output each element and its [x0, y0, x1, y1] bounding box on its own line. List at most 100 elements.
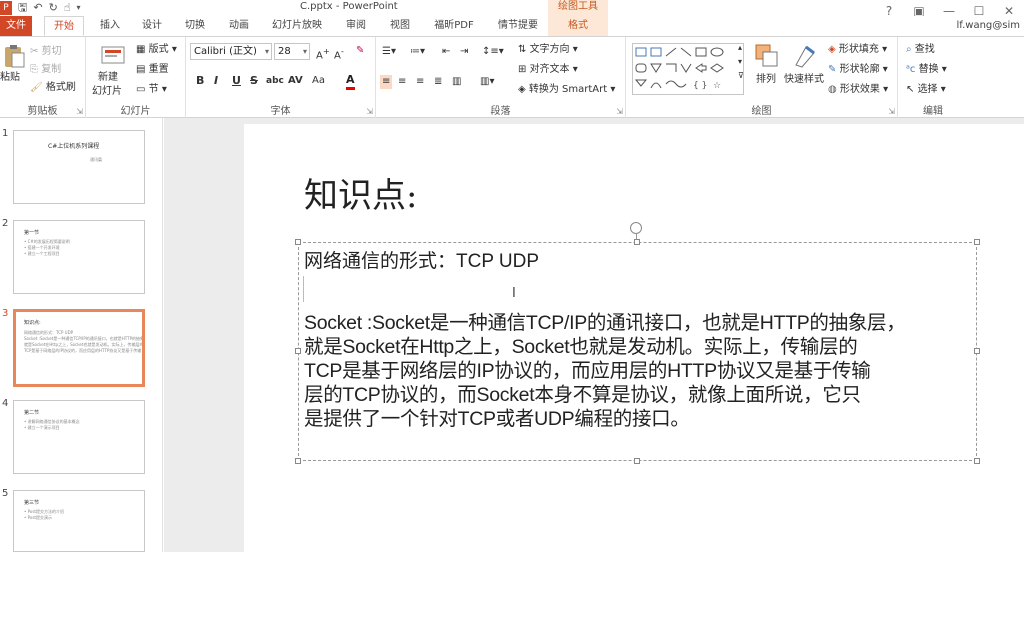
shapes-gallery[interactable]: { } ☆ [632, 43, 744, 95]
slide-thumbnail-4[interactable]: 第二节 • 讲解网络通信协议的基本概念 • 建立一个演示项目 [13, 400, 145, 474]
new-slide-label2[interactable]: 幻灯片 [92, 85, 122, 99]
slide-thumbnail-5[interactable]: 第三节 • Post提交方法的介绍 • Post提交演示 [13, 490, 145, 552]
slide-title[interactable]: 知识点: [304, 168, 417, 217]
paste-button[interactable]: 粘贴 [0, 71, 20, 85]
quick-styles-icon[interactable] [792, 43, 818, 69]
customize-qat-icon[interactable]: ▾ [77, 0, 81, 16]
user-account[interactable]: lf.wang@sim [957, 16, 1020, 36]
replace-button[interactable]: ᵃc 替换 ▾ [906, 63, 947, 77]
layout-button[interactable]: ▦ 版式 ▾ [136, 43, 177, 57]
font-name-select[interactable]: Calibri (正文) ▾ [190, 43, 272, 60]
numbering-icon[interactable]: ≔▾ [410, 45, 425, 59]
slides-group: 新建 幻灯片 ▦ 版式 ▾ ▤ 重置 ▭ 节 ▾ 幻灯片 [86, 37, 186, 119]
quick-styles-button[interactable]: 快速样式 [784, 73, 824, 87]
increase-indent-icon[interactable]: ⇥ [460, 45, 468, 59]
format-painter-label: 格式刷 [45, 82, 76, 93]
paragraph-launcher-icon[interactable]: ⇲ [616, 107, 623, 116]
drawing-group: { } ☆ ▴ ▾ ⊽ 排列 快速样式 ◈ 形状填充 ▾ ✎ 形状轮廓 ▾ ◍ 形状… [626, 37, 898, 119]
gallery-scroll-icon[interactable]: ▴ ▾ ⊽ [738, 41, 744, 83]
tab-transitions[interactable]: 切换 [175, 16, 215, 36]
rotate-handle-icon[interactable] [630, 222, 642, 234]
body-paragraph-line: 层的TCP协议的，而Socket本身不算是协议，就像上面所说，它只 [304, 384, 861, 406]
align-center-icon[interactable]: ≡ [398, 75, 406, 89]
justify-icon[interactable]: ≣ [434, 75, 442, 89]
shape-fill-button[interactable]: ◈ 形状填充 ▾ [828, 43, 887, 57]
redo-icon[interactable]: ↻ [49, 0, 58, 16]
paste-icon[interactable] [2, 43, 28, 69]
format-painter-button[interactable]: 🖌 格式刷 [30, 81, 76, 95]
copy-button[interactable]: ⎘ 复制 [30, 63, 61, 77]
thumb-number: 1 [2, 128, 9, 139]
font-color-button[interactable]: A [346, 73, 355, 90]
reset-button[interactable]: ▤ 重置 [136, 63, 169, 77]
slide-thumbnail-1[interactable]: C#上位机系列课程 通讯篇 [13, 130, 145, 204]
thumb-title: C#上位机系列课程 [48, 143, 100, 150]
new-slide-icon[interactable] [100, 43, 126, 69]
smartart-button[interactable]: ◈ 转换为 SmartArt ▾ [518, 83, 615, 97]
shape-outline-label: 形状轮廓 [839, 64, 880, 75]
touch-mode-icon[interactable]: ☝ [64, 0, 71, 16]
tab-home[interactable]: 开始 [44, 16, 84, 36]
font-size-select[interactable]: 28 ▾ [274, 43, 310, 60]
grow-font-icon[interactable]: A+ [316, 44, 330, 63]
clipboard-launcher-icon[interactable]: ⇲ [76, 107, 83, 116]
strikethrough-button[interactable]: S [250, 74, 258, 88]
find-button[interactable]: ⌕ 查找 [906, 43, 935, 57]
thumb-body: • 讲解网络通信协议的基本概念 • 建立一个演示项目 [24, 419, 80, 431]
shadow-button[interactable]: abc [266, 74, 284, 88]
resize-handle[interactable] [974, 239, 980, 245]
resize-handle[interactable] [295, 239, 301, 245]
tab-storyboard[interactable]: 情节提要 [488, 16, 548, 36]
font-launcher-icon[interactable]: ⇲ [366, 107, 373, 116]
italic-button[interactable]: I [214, 74, 218, 88]
replace-label: 替换 [918, 64, 939, 75]
tab-design[interactable]: 设计 [132, 16, 172, 36]
drawing-launcher-icon[interactable]: ⇲ [888, 107, 895, 116]
tab-review[interactable]: 审阅 [336, 16, 376, 36]
shrink-font-icon[interactable]: A- [334, 44, 344, 63]
select-button[interactable]: ↖ 选择 ▾ [906, 83, 946, 97]
cut-button[interactable]: ✂ 剪切 [30, 45, 62, 59]
resize-handle[interactable] [295, 348, 301, 354]
tab-animations[interactable]: 动画 [219, 16, 259, 36]
shape-effects-button[interactable]: ◍ 形状效果 ▾ [828, 83, 888, 97]
new-slide-label[interactable]: 新建 [98, 71, 118, 85]
clear-format-icon[interactable]: ✎ [356, 44, 364, 58]
slide-thumbnail-3[interactable]: 知识点: 网络通信的形式：TCP UDP Socket :Socket是一种通信… [13, 309, 145, 387]
columns-icon[interactable]: ▥▾ [480, 75, 494, 89]
slide-thumbnail-2[interactable]: 第一节 • C#的发展历程简要说明 • 搭建一个开发环境 • 建立一个工程项目 [13, 220, 145, 294]
drawing-group-label: 绘图 [751, 106, 772, 117]
bullets-icon[interactable]: ☰▾ [382, 45, 396, 59]
distributed-icon[interactable]: ▥ [452, 75, 461, 89]
change-case-button[interactable]: Aa [312, 74, 325, 88]
decrease-indent-icon[interactable]: ⇤ [442, 45, 450, 59]
align-text-button[interactable]: ⊞ 对齐文本 ▾ [518, 63, 578, 77]
arrange-button[interactable]: 排列 [756, 73, 776, 87]
thumb-number: 2 [2, 218, 9, 229]
tab-file[interactable]: 文件 [0, 16, 32, 36]
tab-format[interactable]: 格式 [548, 16, 608, 36]
resize-handle[interactable] [295, 458, 301, 464]
resize-handle[interactable] [974, 458, 980, 464]
underline-button[interactable]: U [232, 74, 241, 88]
body-line-network-forms[interactable]: 网络通信的形式：TCP UDP [304, 246, 539, 273]
resize-handle[interactable] [634, 458, 640, 464]
save-icon[interactable]: 🖫 [18, 0, 27, 16]
text-direction-button[interactable]: ⇅ 文字方向 ▾ [518, 43, 578, 57]
arrange-icon[interactable] [754, 43, 780, 69]
undo-icon[interactable]: ↶ [33, 0, 42, 16]
line-spacing-icon[interactable]: ↕≡▾ [482, 45, 504, 59]
shape-outline-button[interactable]: ✎ 形状轮廓 ▾ [828, 63, 888, 77]
body-paragraph[interactable]: Socket :Socket是一种通信TCP/IP的通讯接口，也就是HTTP的抽… [304, 311, 976, 431]
tab-slideshow[interactable]: 幻灯片放映 [262, 16, 332, 36]
char-spacing-button[interactable]: AV [288, 74, 303, 88]
section-button[interactable]: ▭ 节 ▾ [136, 83, 167, 97]
tab-insert[interactable]: 插入 [90, 16, 130, 36]
tab-view[interactable]: 视图 [380, 16, 420, 36]
tab-foxit-pdf[interactable]: 福昕PDF [424, 16, 484, 36]
align-left-icon[interactable]: ≡ [380, 75, 393, 89]
align-right-icon[interactable]: ≡ [416, 75, 424, 89]
bold-button[interactable]: B [196, 74, 204, 88]
resize-handle[interactable] [634, 239, 640, 245]
editing-group-label: 编辑 [923, 106, 943, 117]
